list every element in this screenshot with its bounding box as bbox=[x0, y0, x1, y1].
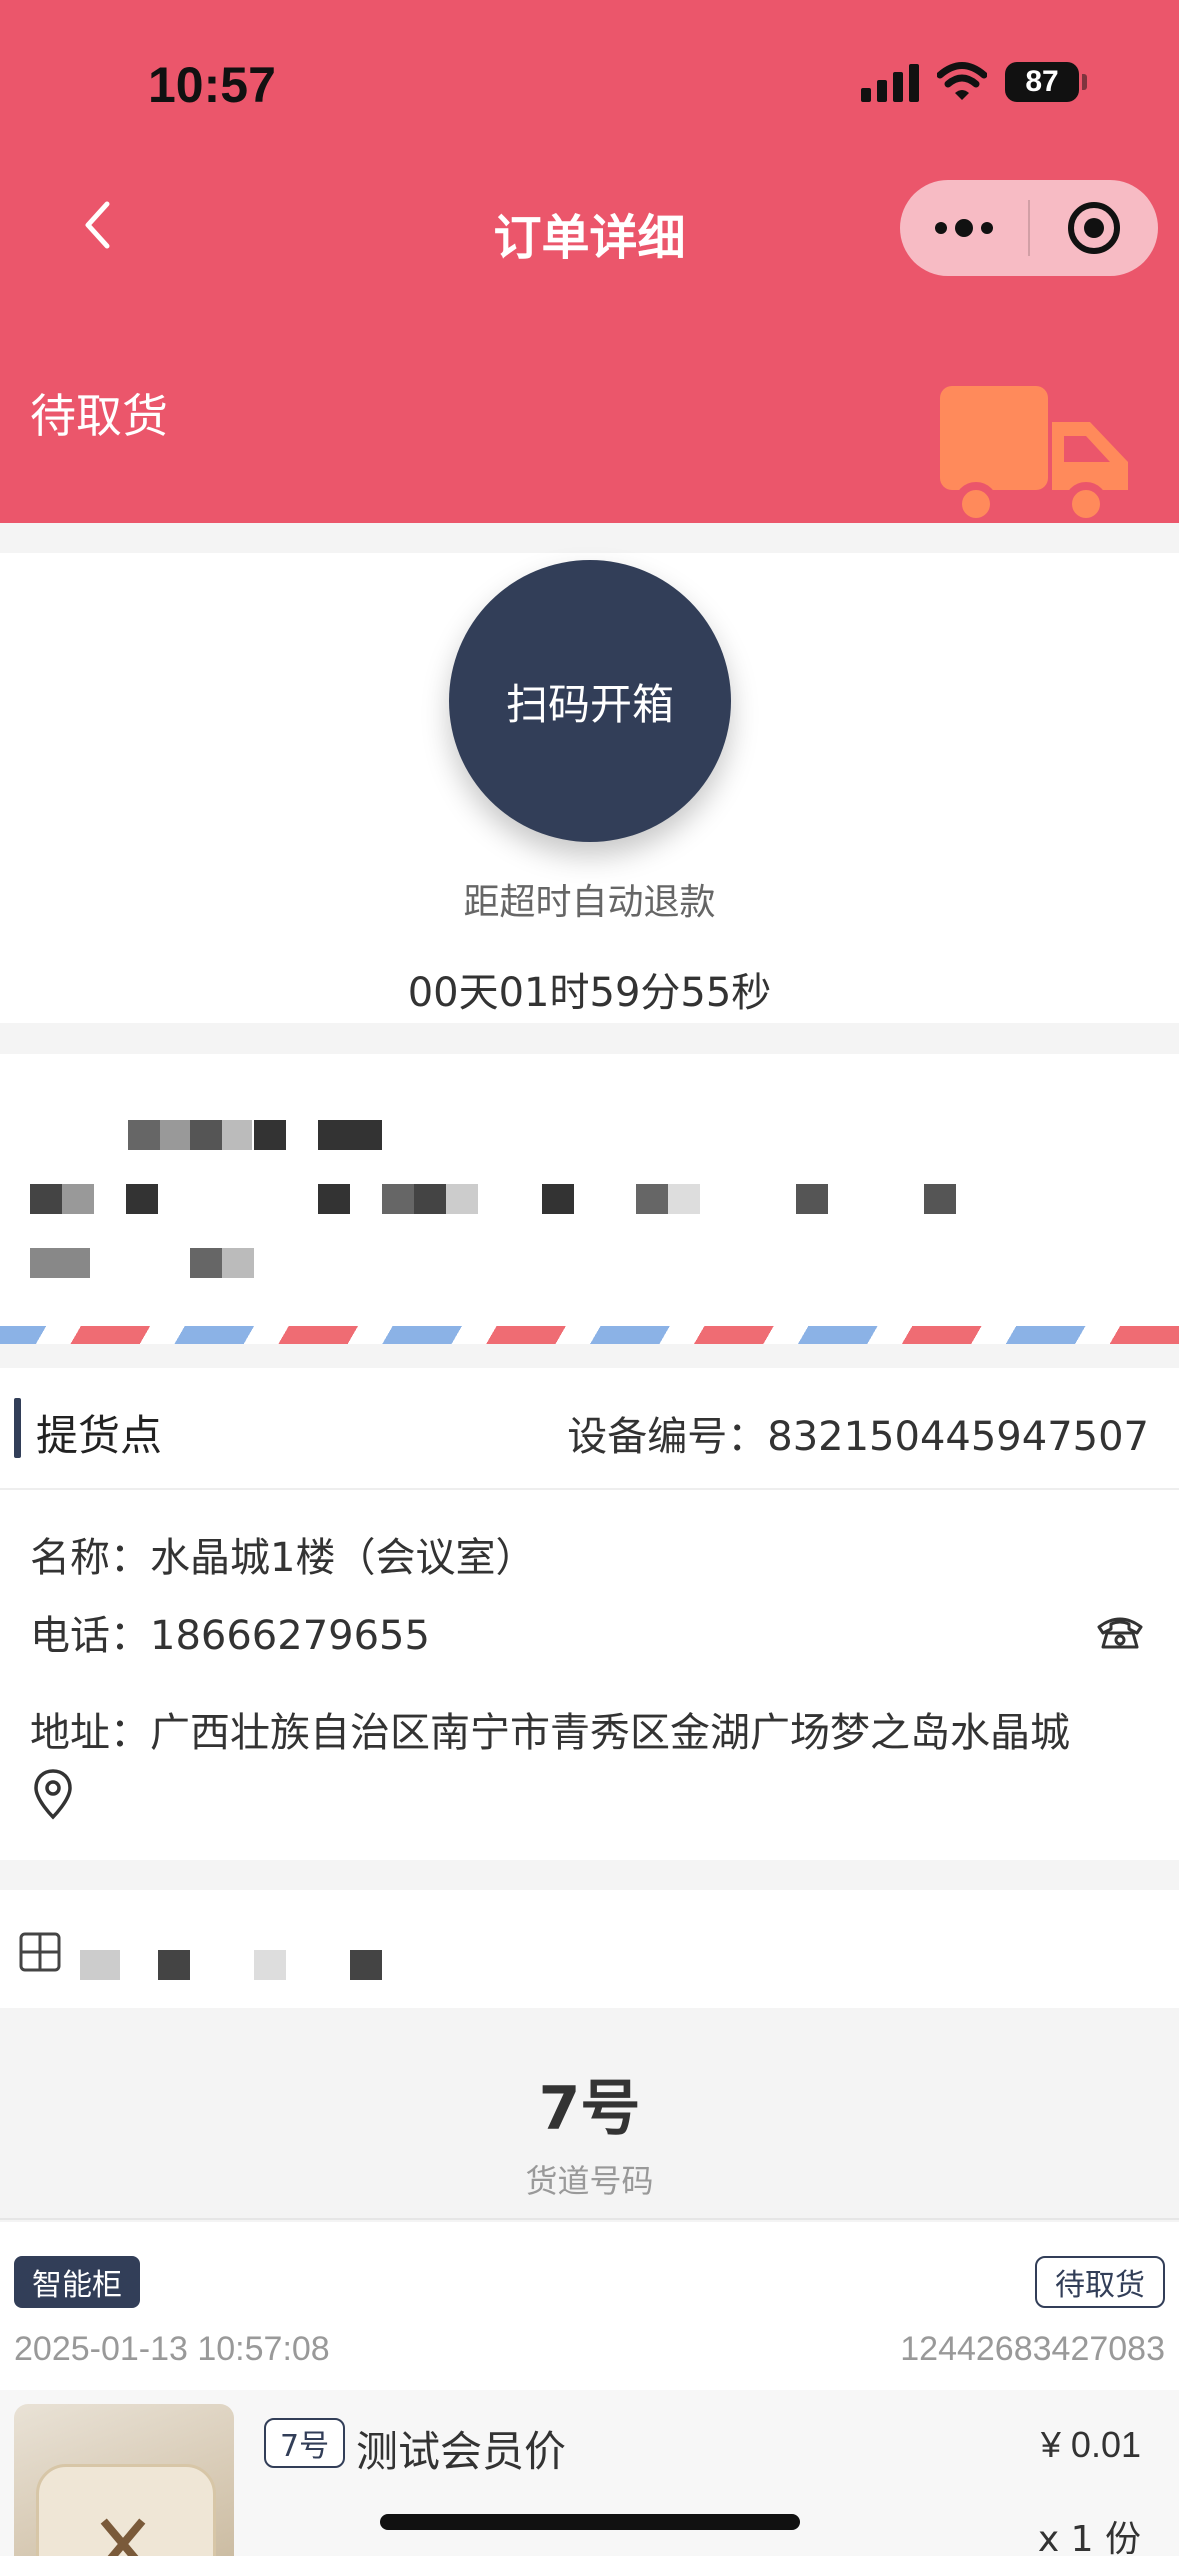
pickup-point-card: 提货点 设备编号：832150445947507 名称：水晶城1楼（会议室） 电… bbox=[0, 1368, 1179, 1860]
phone-icon[interactable] bbox=[1095, 1611, 1145, 1651]
envelope-stripe bbox=[0, 1326, 1179, 1344]
battery-icon: 87 bbox=[1005, 62, 1087, 102]
refund-countdown: 00天01时59分55秒 bbox=[407, 970, 772, 1016]
order-type-tag: 智能柜 bbox=[14, 2256, 140, 2308]
refund-label: 距超时自动退款 bbox=[463, 882, 716, 923]
pickup-phone: 电话：18666279655 bbox=[30, 1613, 430, 1659]
slot-number: 7号 bbox=[538, 2074, 641, 2144]
status-icons: 87 bbox=[861, 62, 1087, 102]
more-button[interactable] bbox=[900, 180, 1028, 276]
product-row[interactable]: 7号 测试会员价 ¥ 0.01 x 1 份 bbox=[0, 2390, 1179, 2556]
slot-box: 7号 货道号码 bbox=[0, 2008, 1179, 2220]
recipient-card-redacted bbox=[0, 1054, 1179, 1344]
order-status-tag: 待取货 bbox=[1035, 2256, 1165, 2308]
product-price: ¥ 0.01 bbox=[1040, 2424, 1141, 2465]
truck-icon bbox=[940, 386, 1128, 523]
locker-icon bbox=[19, 1932, 61, 1972]
device-number-label: 设备编号： bbox=[567, 1414, 768, 1460]
header: 10:57 87 订单详细 待取货 bbox=[0, 0, 1179, 523]
slot-label: 货道号码 bbox=[525, 2162, 654, 2200]
product-thumbnail bbox=[14, 2404, 234, 2556]
order-status-text: 待取货 bbox=[30, 389, 168, 443]
mini-program-capsule bbox=[900, 180, 1158, 276]
pickup-header: 提货点 设备编号：832150445947507 bbox=[0, 1368, 1179, 1490]
order-number: 12442683427083 bbox=[900, 2330, 1165, 2368]
section-accent-bar bbox=[14, 1398, 21, 1458]
location-pin-icon[interactable] bbox=[32, 1768, 74, 1820]
product-quantity: x 1 份 bbox=[1037, 2519, 1141, 2556]
pickup-name: 名称：水晶城1楼（会议室） bbox=[30, 1535, 536, 1581]
order-card: 智能柜 待取货 2025-01-13 10:57:08 124426834270… bbox=[0, 2222, 1179, 2556]
close-miniprogram-button[interactable] bbox=[1030, 180, 1158, 276]
order-time: 2025-01-13 10:57:08 bbox=[14, 2330, 330, 2368]
more-icon bbox=[935, 219, 993, 237]
locker-card-redacted bbox=[0, 1890, 1179, 2008]
target-icon bbox=[1068, 202, 1120, 254]
device-number-value: 832150445947507 bbox=[767, 1414, 1149, 1460]
product-slot-tag: 7号 bbox=[264, 2418, 346, 2468]
status-time: 10:57 bbox=[148, 57, 276, 113]
signal-icon bbox=[861, 62, 919, 102]
device-number: 设备编号：832150445947507 bbox=[567, 1404, 1149, 1462]
wifi-icon bbox=[937, 62, 987, 100]
pickup-address: 地址：广西壮族自治区南宁市青秀区金湖广场梦之岛水晶城 bbox=[30, 1710, 1070, 1756]
home-indicator[interactable] bbox=[380, 2514, 800, 2530]
pickup-title: 提货点 bbox=[36, 1411, 163, 1460]
scan-open-button[interactable]: 扫码开箱 bbox=[449, 560, 731, 842]
product-name: 测试会员价 bbox=[356, 2427, 567, 2476]
